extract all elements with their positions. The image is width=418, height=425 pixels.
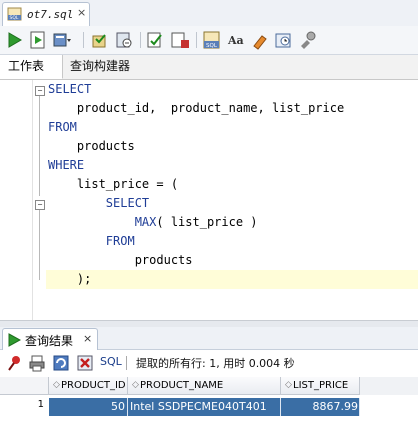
- autotrace-icon[interactable]: [146, 30, 166, 50]
- history-icon[interactable]: [274, 30, 294, 50]
- results-toolbar: SQL 提取的所有行: 1, 用时 0.004 秒: [0, 350, 418, 376]
- delete-icon[interactable]: [76, 354, 94, 372]
- code-line: SELECT: [48, 82, 92, 96]
- case-icon[interactable]: Aa: [226, 30, 246, 50]
- run-statement-icon[interactable]: [4, 30, 24, 50]
- cell-product-id[interactable]: 50: [49, 398, 128, 416]
- code-line: MAX( list_price ): [48, 215, 258, 229]
- tab-worksheet[interactable]: 工作表: [0, 55, 63, 79]
- svg-text:SQL: SQL: [206, 43, 218, 49]
- close-results-icon[interactable]: ×: [83, 332, 92, 345]
- explain-plan-icon[interactable]: [170, 30, 190, 50]
- code-line: WHERE: [48, 158, 85, 172]
- unshared-sql-icon[interactable]: [298, 30, 318, 50]
- tab-label: ot7.sql: [27, 8, 74, 21]
- cell-product-name[interactable]: Intel SSDPECME040T401: [128, 398, 281, 416]
- code-line: FROM: [48, 120, 77, 134]
- tab-query-builder[interactable]: 查询构建器: [62, 55, 138, 78]
- fold-toggle-icon[interactable]: −: [35, 86, 45, 96]
- format-sql-icon[interactable]: SQL: [202, 30, 222, 50]
- fold-toggle-icon[interactable]: −: [35, 200, 45, 210]
- results-tab-label: 查询结果: [25, 334, 74, 348]
- current-line-highlight: [46, 270, 418, 289]
- column-header-list-price[interactable]: ◇ LIST_PRICE: [281, 377, 360, 395]
- code-line: products: [48, 253, 193, 267]
- column-header-product-id[interactable]: ◇ PRODUCT_ID: [49, 377, 128, 395]
- sort-icon: ◇: [285, 380, 292, 390]
- pin-icon[interactable]: [6, 354, 24, 372]
- code-line: products: [48, 139, 135, 153]
- print-icon[interactable]: [28, 354, 46, 372]
- sql-tuning-icon[interactable]: [52, 30, 72, 50]
- worksheet-toolbar: SQL Aa: [0, 26, 418, 55]
- sql-file-icon: SQL: [7, 7, 22, 21]
- line-gutter: [0, 80, 33, 320]
- row-number: 1: [37, 399, 44, 410]
- grid-header: ◇ PRODUCT_ID ◇ PRODUCT_NAME ◇ LIST_PRICE: [0, 377, 418, 395]
- sql-link[interactable]: SQL: [100, 355, 122, 368]
- tab-query-result[interactable]: 查询结果 ×: [2, 328, 98, 350]
- fold-guide: [39, 210, 40, 280]
- code-line: SELECT: [48, 196, 150, 210]
- fetch-status: 提取的所有行: 1, 用时 0.004 秒: [136, 357, 295, 370]
- rollback-icon[interactable]: [114, 30, 134, 50]
- code-line: list_price = (: [48, 177, 179, 191]
- svg-text:Aa: Aa: [227, 34, 244, 47]
- run-result-icon: [8, 333, 21, 347]
- code-line: product_id, product_name, list_price: [48, 101, 345, 115]
- editor-tab-bar: SQL ot7.sql ×: [0, 0, 418, 27]
- svg-text:SQL: SQL: [10, 15, 19, 21]
- results-tab-bar: 查询结果 ×: [0, 327, 418, 350]
- toolbar-divider: [126, 356, 127, 370]
- sort-icon: ◇: [132, 380, 139, 390]
- close-tab-icon[interactable]: ×: [77, 6, 86, 19]
- code-line: FROM: [48, 234, 135, 248]
- sql-editor[interactable]: − − SELECT product_id, product_name, lis…: [0, 80, 418, 320]
- column-header-product-name[interactable]: ◇ PRODUCT_NAME: [128, 377, 281, 395]
- sort-icon: ◇: [53, 380, 60, 390]
- run-script-icon[interactable]: [28, 30, 48, 50]
- commit-icon[interactable]: [90, 30, 110, 50]
- tab-ot7-sql[interactable]: SQL ot7.sql ×: [2, 2, 90, 26]
- worksheet-subtabs: 工作表 查询构建器: [0, 55, 418, 80]
- code-line: );: [48, 272, 92, 286]
- cell-list-price[interactable]: 8867.99: [281, 398, 360, 416]
- row-number-header: [0, 377, 49, 395]
- clear-icon[interactable]: [250, 30, 270, 50]
- results-grid: ◇ PRODUCT_ID ◇ PRODUCT_NAME ◇ LIST_PRICE 1 …: [0, 377, 418, 425]
- refresh-icon[interactable]: [52, 354, 70, 372]
- fold-guide: [39, 96, 40, 196]
